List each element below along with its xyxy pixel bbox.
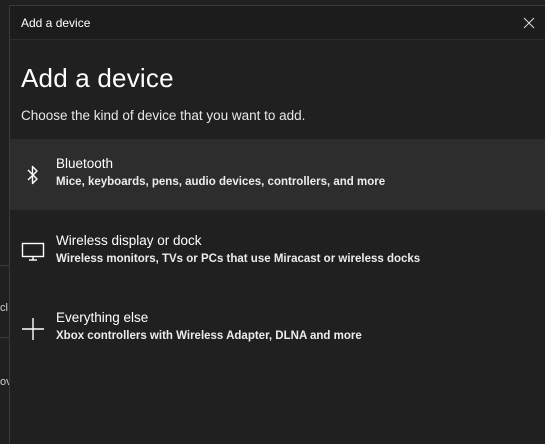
close-button[interactable]: [512, 6, 545, 39]
page-subtitle: Choose the kind of device that you want …: [21, 108, 306, 123]
option-description: Wireless monitors, TVs or PCs that use M…: [56, 253, 421, 265]
option-title: Wireless display or dock: [56, 233, 202, 248]
option-title: Bluetooth: [56, 156, 114, 171]
option-description: Xbox controllers with Wireless Adapter, …: [56, 330, 362, 342]
window-title: Add a device: [21, 16, 91, 30]
add-device-dialog: Add a device Add a device Choose the kin…: [9, 5, 545, 444]
monitor-icon: [18, 216, 48, 287]
option-description: Mice, keyboards, pens, audio devices, co…: [56, 176, 386, 188]
bluetooth-icon: [18, 139, 48, 210]
close-icon: [523, 17, 535, 28]
option-wireless-display[interactable]: Wireless display or dock Wireless monito…: [10, 216, 545, 287]
option-title: Everything else: [56, 310, 149, 325]
title-bar: Add a device: [10, 6, 545, 40]
page-title: Add a device: [21, 63, 174, 93]
plus-icon: [18, 293, 48, 364]
option-bluetooth[interactable]: Bluetooth Mice, keyboards, pens, audio d…: [10, 139, 545, 210]
option-everything-else[interactable]: Everything else Xbox controllers with Wi…: [10, 293, 545, 364]
